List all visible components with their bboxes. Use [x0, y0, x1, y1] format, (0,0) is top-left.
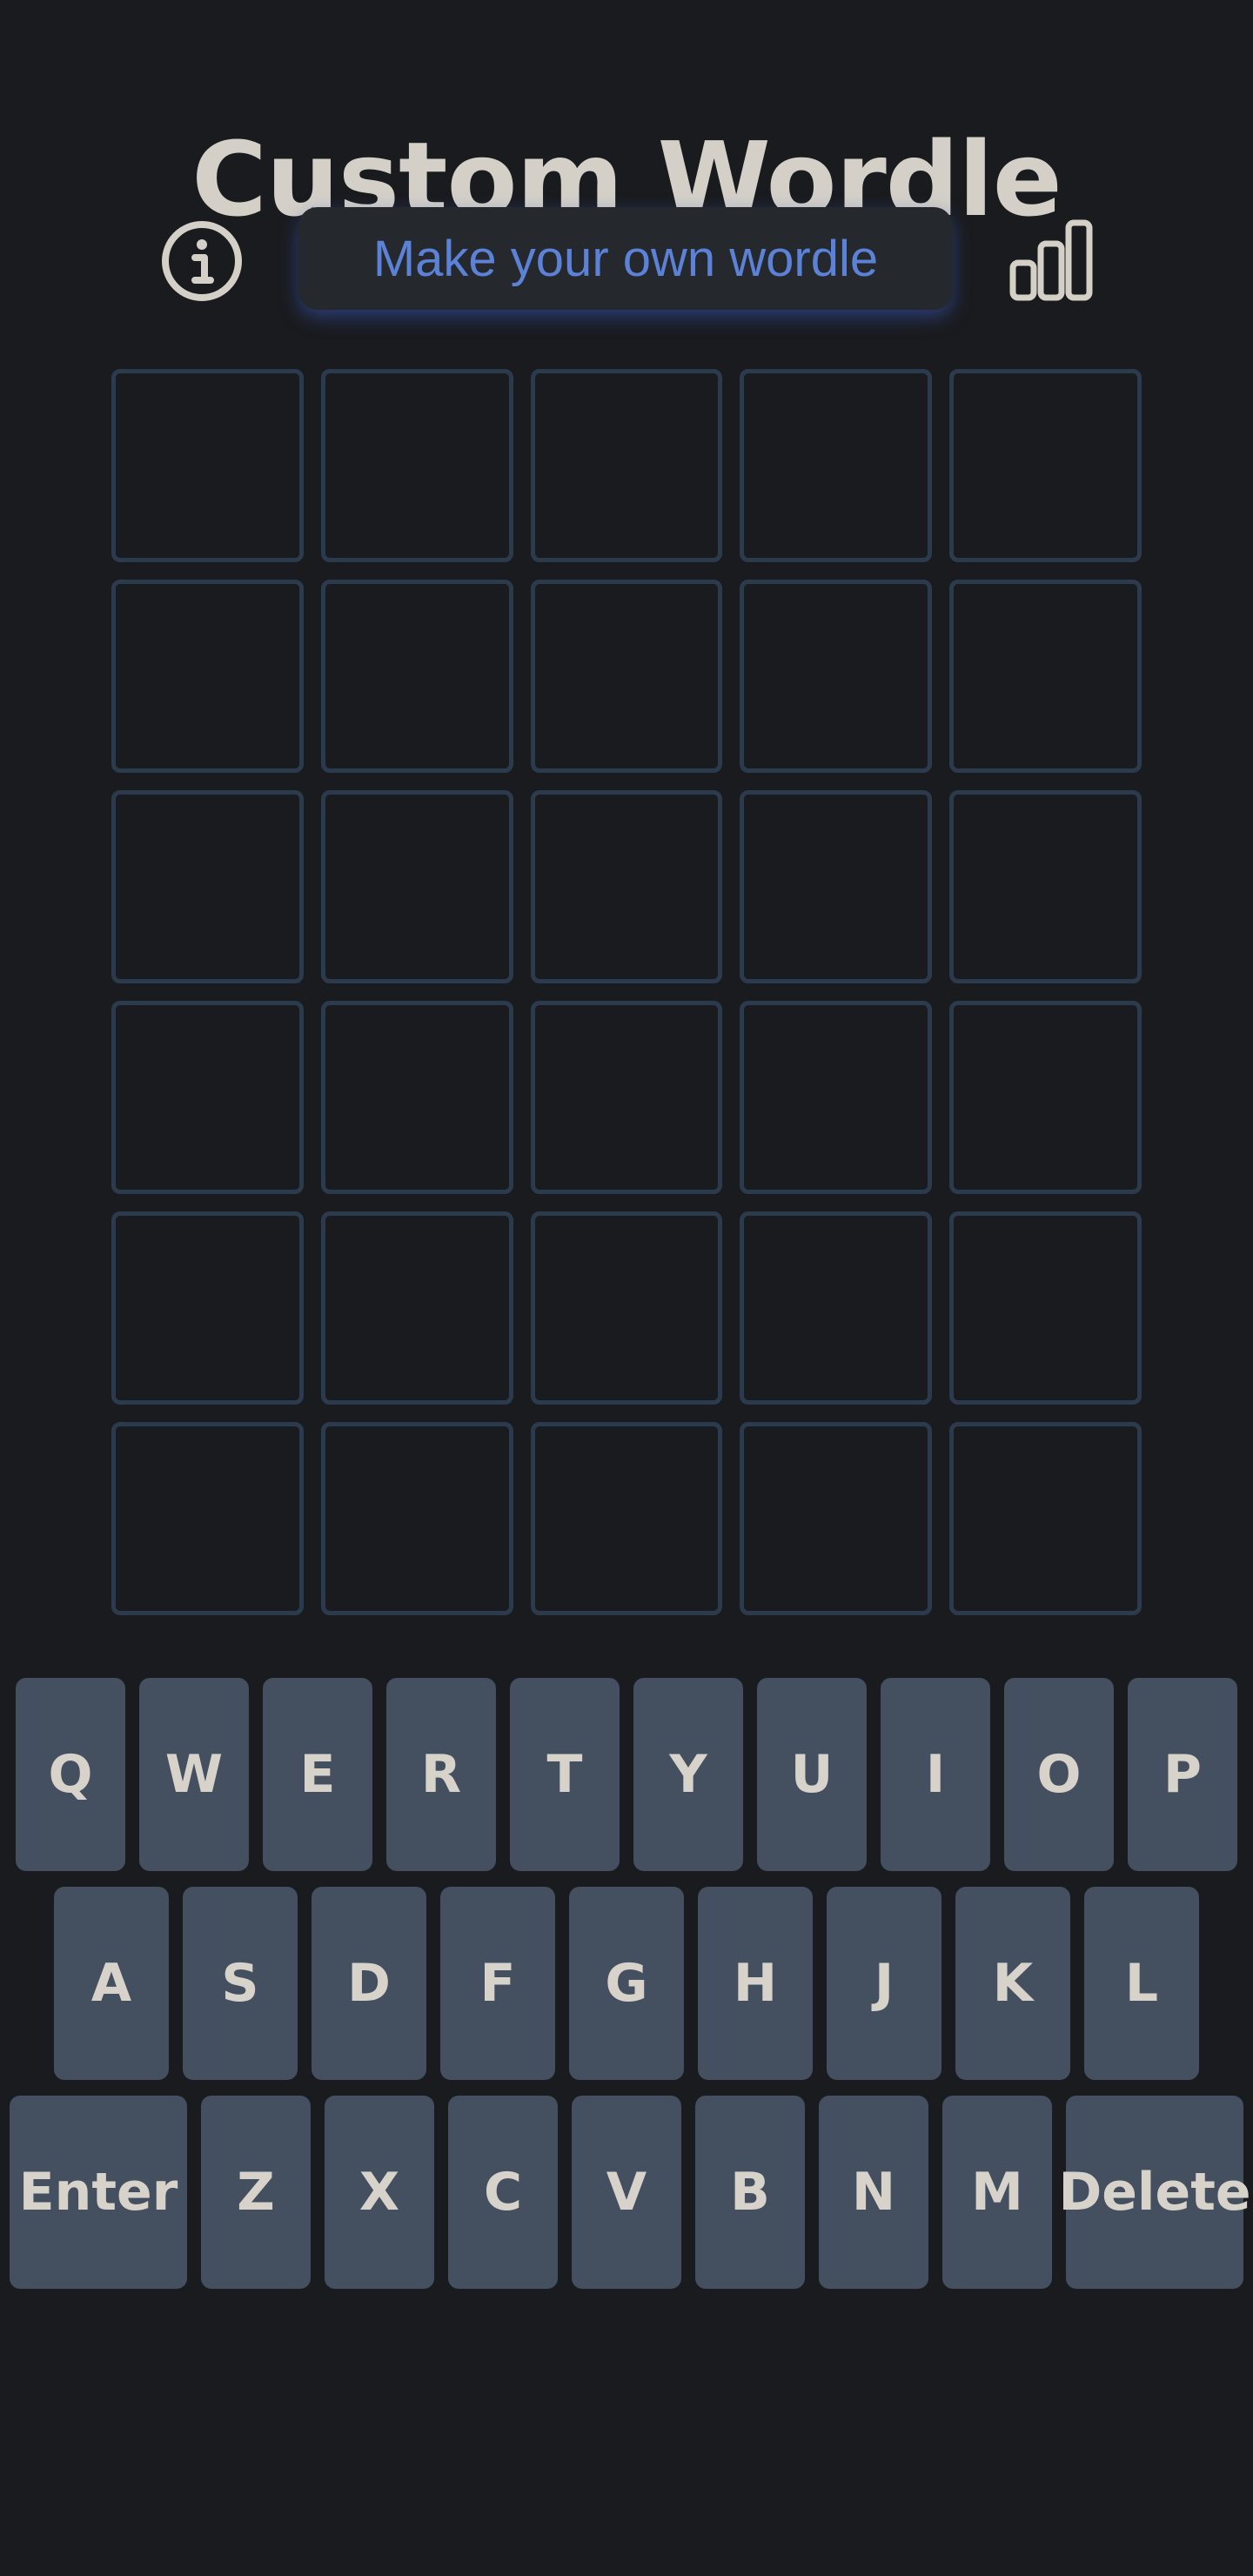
key-delete[interactable]: Delete: [1058, 2096, 1251, 2289]
key-l[interactable]: L: [1084, 1887, 1199, 2080]
board-row: [111, 1211, 1142, 1405]
board-row: [111, 1001, 1142, 1194]
letter-tile: [111, 1211, 304, 1405]
board-row: [111, 790, 1142, 983]
key-d[interactable]: D: [312, 1887, 426, 2080]
key-f[interactable]: F: [440, 1887, 555, 2080]
key-k[interactable]: K: [955, 1887, 1070, 2080]
letter-tile: [740, 369, 933, 562]
letter-tile: [320, 1001, 513, 1194]
letter-tile: [740, 1001, 933, 1194]
letter-tile: [949, 1422, 1142, 1615]
letter-tile: [530, 1211, 723, 1405]
key-g[interactable]: G: [569, 1887, 684, 2080]
letter-tile: [949, 580, 1142, 773]
letter-tile: [740, 1211, 933, 1405]
key-x[interactable]: X: [325, 2096, 434, 2289]
key-v[interactable]: V: [572, 2096, 681, 2289]
letter-tile: [740, 1422, 933, 1615]
key-y[interactable]: Y: [633, 1678, 743, 1871]
keyboard-row: ASDFGHJKL: [0, 1887, 1253, 2080]
key-m[interactable]: M: [942, 2096, 1052, 2289]
key-j[interactable]: J: [827, 1887, 941, 2080]
keyboard-row: QWERTYUIOP: [0, 1678, 1253, 1871]
letter-tile: [949, 369, 1142, 562]
key-n[interactable]: N: [819, 2096, 928, 2289]
letter-tile: [949, 1211, 1142, 1405]
key-h[interactable]: H: [698, 1887, 813, 2080]
board-row: [111, 580, 1142, 773]
letter-tile: [111, 580, 304, 773]
letter-tile: [111, 369, 304, 562]
letter-tile: [320, 1422, 513, 1615]
bar-chart-icon: [1009, 219, 1093, 301]
key-c[interactable]: C: [448, 2096, 558, 2289]
letter-tile: [320, 1211, 513, 1405]
letter-tile: [320, 369, 513, 562]
key-s[interactable]: S: [183, 1887, 298, 2080]
letter-tile: [530, 1001, 723, 1194]
info-circle-icon: [162, 221, 242, 301]
letter-tile: [740, 580, 933, 773]
header-toolbar: Make your own wordle: [0, 207, 1253, 316]
letter-tile: [111, 1422, 304, 1615]
key-o[interactable]: O: [1004, 1678, 1114, 1871]
key-q[interactable]: Q: [16, 1678, 125, 1871]
letter-tile: [320, 790, 513, 983]
key-enter[interactable]: Enter: [10, 2096, 187, 2289]
on-screen-keyboard: Q W E R T Y U I O P A S D F G H J K L Enter Z X C V B N M Delete: [0, 1678, 1253, 2304]
board-row: [111, 369, 1142, 562]
key-r[interactable]: R: [386, 1678, 496, 1871]
key-p[interactable]: P: [1128, 1678, 1237, 1871]
key-w[interactable]: W: [139, 1678, 249, 1871]
letter-tile: [111, 1001, 304, 1194]
keyboard-row: Enter Z X C V B N M Delete: [0, 2096, 1253, 2289]
key-e[interactable]: E: [263, 1678, 372, 1871]
board-row: [111, 1422, 1142, 1615]
key-u[interactable]: U: [757, 1678, 867, 1871]
key-t[interactable]: T: [510, 1678, 620, 1871]
letter-tile: [530, 580, 723, 773]
make-your-own-wordle-button[interactable]: Make your own wordle: [298, 207, 953, 310]
letter-tile: [530, 790, 723, 983]
letter-tile: [740, 790, 933, 983]
letter-tile: [530, 369, 723, 562]
key-z[interactable]: Z: [201, 2096, 311, 2289]
letter-tile: [320, 580, 513, 773]
game-board: [111, 369, 1142, 1633]
info-button[interactable]: [158, 218, 245, 305]
key-b[interactable]: B: [695, 2096, 805, 2289]
letter-tile: [949, 790, 1142, 983]
key-i[interactable]: I: [881, 1678, 990, 1871]
stats-button[interactable]: [1008, 218, 1095, 305]
letter-tile: [530, 1422, 723, 1615]
letter-tile: [949, 1001, 1142, 1194]
key-a[interactable]: A: [54, 1887, 169, 2080]
letter-tile: [111, 790, 304, 983]
